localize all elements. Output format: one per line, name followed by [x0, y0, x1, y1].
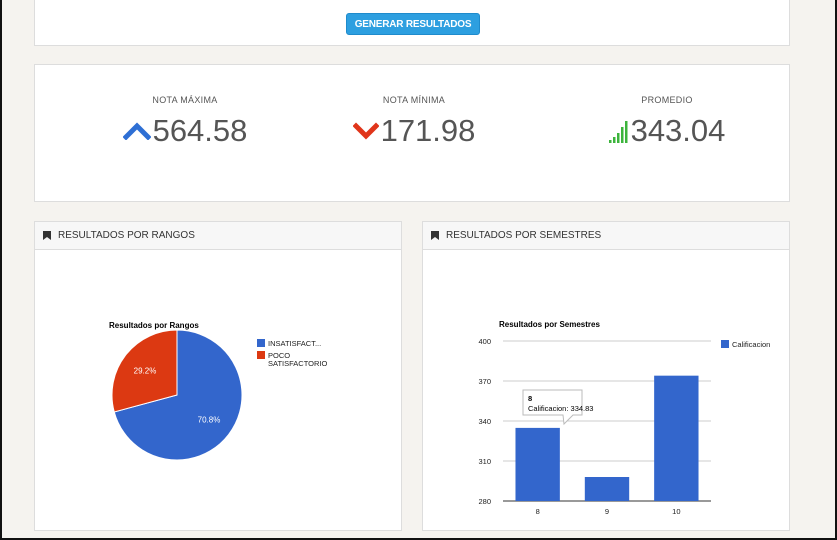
semesters-bar-chart: Resultados por Semestres 280 310 340 370 400… [478, 320, 770, 516]
x-tick-label: 9 [605, 507, 609, 516]
tooltip-title: 8 [528, 394, 532, 403]
pie-slice-label: 70.8% [198, 415, 221, 424]
stat-avg-label: PROMEDIO [641, 95, 693, 105]
ranges-widget-header: RESULTADOS POR RANGOS [35, 222, 401, 250]
bar[interactable] [654, 375, 699, 501]
stat-max-label: NOTA MÁXIMA [152, 95, 218, 105]
stats-panel: NOTA MÁXIMA 564.58 NOTA MÍNIMA 171.98 PR… [34, 64, 790, 202]
pie-slice-label: 29.2% [134, 367, 157, 376]
ranges-widget-title: RESULTADOS POR RANGOS [58, 230, 195, 241]
bar[interactable] [515, 427, 560, 501]
legend-label: INSATISFACT... [268, 339, 321, 348]
stat-min: NOTA MÍNIMA 171.98 [304, 65, 524, 149]
semesters-widget: RESULTADOS POR SEMESTRES Resultados por … [422, 221, 790, 531]
stat-avg: PROMEDIO 343.04 [557, 65, 777, 149]
chevron-up-icon [122, 122, 151, 140]
legend-swatch [257, 339, 265, 347]
ranges-widget: RESULTADOS POR RANGOS Resultados por Ran… [34, 221, 402, 531]
x-tick-label: 10 [672, 507, 680, 516]
legend-swatch [721, 340, 729, 348]
chevron-down-icon [352, 122, 379, 140]
legend-swatch [257, 351, 265, 359]
tooltip-text: Calificacion: 334.83 [528, 404, 593, 413]
legend-label: Calificacion [732, 340, 770, 349]
semesters-widget-title: RESULTADOS POR SEMESTRES [446, 230, 602, 241]
y-tick-label: 280 [478, 497, 491, 506]
stat-min-value: 171.98 [380, 113, 476, 148]
top-panel: GENERAR RESULTADOS [34, 0, 790, 46]
x-tick-label: 8 [536, 507, 540, 516]
y-tick-label: 310 [478, 457, 491, 466]
stat-avg-value: 343.04 [630, 113, 726, 148]
stat-min-label: NOTA MÍNIMA [382, 95, 446, 105]
generate-results-button[interactable]: GENERAR RESULTADOS [346, 13, 480, 35]
ranges-pie-chart: Resultados por Rangos 70.8% 29.2% INSATIS… [109, 321, 327, 461]
y-tick-label: 370 [478, 377, 491, 386]
semesters-widget-header: RESULTADOS POR SEMESTRES [423, 222, 789, 250]
bar[interactable] [584, 477, 630, 501]
legend-label: SATISFACTORIO [268, 359, 327, 368]
signal-bars-icon [608, 121, 628, 143]
stat-max-value: 564.58 [152, 113, 248, 148]
y-tick-label: 340 [478, 417, 491, 426]
pie-title: Resultados por Rangos [109, 321, 199, 330]
bookmark-icon [431, 231, 439, 240]
stat-max: NOTA MÁXIMA 564.58 [75, 65, 295, 149]
bar-title: Resultados por Semestres [499, 320, 600, 329]
y-tick-label: 400 [478, 337, 491, 346]
bookmark-icon [43, 231, 51, 240]
